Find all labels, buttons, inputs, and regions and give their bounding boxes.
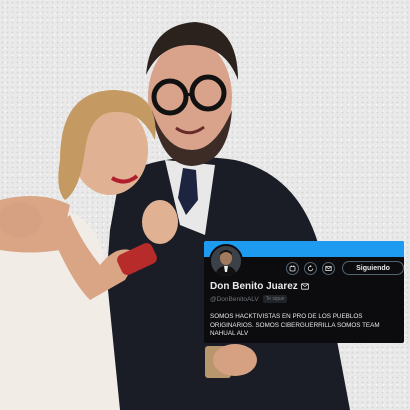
profile-bio: SOMOS HACKTIVISTAS EN PRO DE LOS PUEBLOS… (210, 313, 380, 337)
profile-handle: @DonBenitoALV (210, 295, 259, 303)
message-icon[interactable] (322, 261, 335, 275)
message-status-icon (300, 283, 309, 290)
refresh-icon[interactable] (304, 261, 317, 275)
profile-name-row: Don Benito Juarez (210, 281, 309, 292)
couple-photo (0, 22, 350, 410)
handle-row: @DonBenitoALV Te sigue (210, 295, 288, 303)
following-button[interactable]: Siguiendo (342, 261, 404, 275)
follows-you-badge: Te sigue (262, 295, 288, 303)
profile-name: Don Benito Juarez (210, 281, 298, 292)
profile-avatar[interactable] (209, 244, 243, 278)
profile-card[interactable]: Siguiendo Don Benito Juarez @DonBenitoAL… (204, 241, 404, 343)
more-icon[interactable] (286, 261, 299, 275)
